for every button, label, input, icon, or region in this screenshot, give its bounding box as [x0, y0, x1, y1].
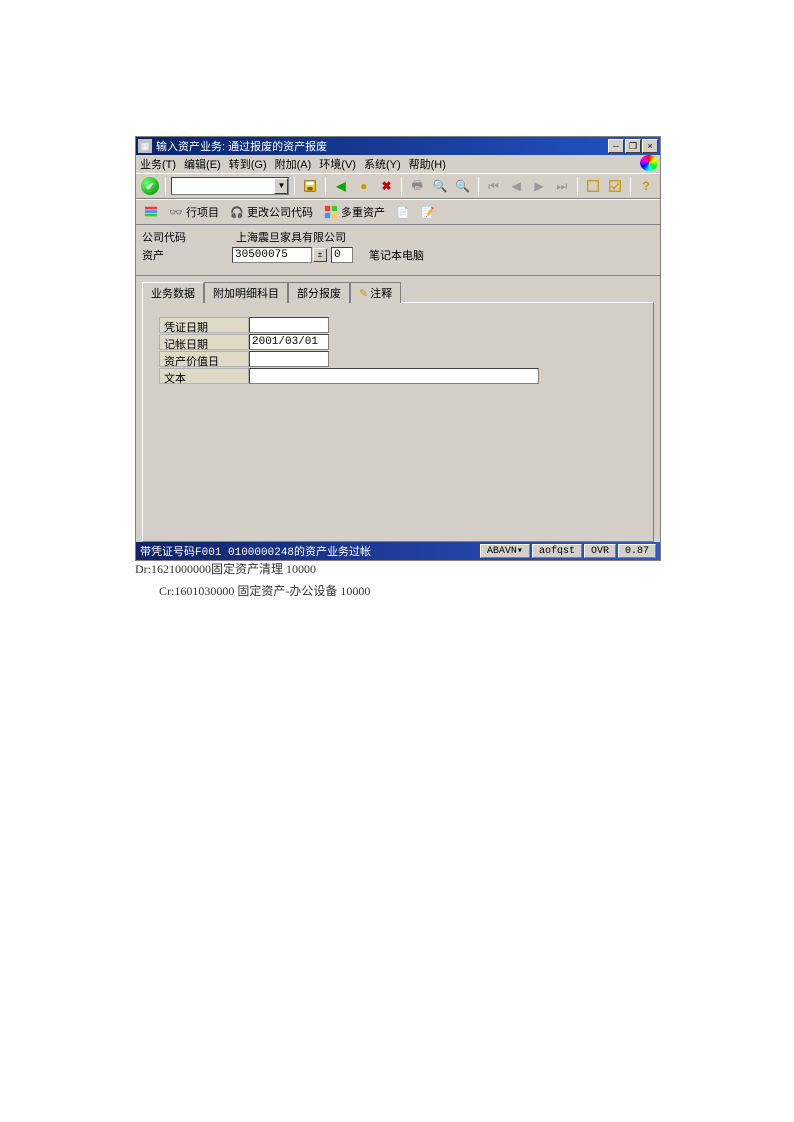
journal-cr-line: Cr:1601030000 固定资产-办公设备 10000	[159, 580, 370, 602]
new-session-button[interactable]	[583, 176, 603, 196]
text-label: 文本	[159, 368, 249, 384]
maximize-button[interactable]: ❐	[625, 139, 641, 153]
journal-dr-line: Dr:1621000000固定资产清理 10000	[135, 558, 370, 580]
app-icon: ▦	[138, 139, 152, 153]
tab-business-data[interactable]: 业务数据	[142, 282, 204, 303]
status-mode: OVR	[584, 544, 616, 558]
tabstrip: 业务数据 附加明细科目 部分报废 ✎ 注释 凭证日期 记帐日期 资产价值日 文本	[136, 276, 660, 542]
sap-logo-icon	[640, 155, 658, 171]
enter-button[interactable]: ✔	[140, 176, 160, 196]
app-toolbar: 👓 行项目 🎧 更改公司代码 多重资产 📄 📝	[136, 199, 660, 225]
multi-asset-label: 多重资产	[341, 204, 385, 220]
close-button[interactable]: ×	[642, 139, 658, 153]
shortcut-button[interactable]	[605, 176, 625, 196]
command-field[interactable]: ▼	[171, 177, 289, 195]
grid-icon	[144, 205, 158, 219]
tab-notes[interactable]: ✎ 注释	[350, 282, 401, 303]
journal-entry-text: Dr:1621000000固定资产清理 10000 Cr:1601030000 …	[135, 558, 370, 602]
menu-business[interactable]: 业务(T)	[140, 156, 176, 172]
menubar: 业务(T) 编辑(E) 转到(G) 附加(A) 环境(V) 系统(Y) 帮助(H…	[136, 155, 660, 173]
asset-label: 资产	[142, 247, 232, 263]
menu-goto[interactable]: 转到(G)	[229, 156, 267, 172]
change-company-button[interactable]: 🎧 更改公司代码	[226, 202, 317, 222]
minimize-button[interactable]: --	[608, 139, 624, 153]
menu-env[interactable]: 环境(V)	[319, 156, 356, 172]
standard-toolbar: ✔ ▼ ◀ ● ✖ 🖶 🔍 🔍 ⏮ ◀ ▶ ⏭ ?	[136, 173, 660, 199]
command-dropdown-icon[interactable]: ▼	[274, 178, 288, 194]
doc-pencil-icon: 📝	[421, 205, 435, 219]
exit-button[interactable]: ●	[354, 176, 374, 196]
note-icon: ✎	[359, 287, 368, 300]
status-tcode: ABAVN▾	[480, 544, 530, 558]
status-user: aofqst	[532, 544, 582, 558]
find-button[interactable]: 🔍	[430, 176, 450, 196]
titlebar: ▦ 输入资产业务: 通过报废的资产报废 -- ❐ ×	[136, 137, 660, 155]
status-message: 带凭证号码F001 0100000248的资产业务过帐	[140, 543, 478, 559]
multi-icon	[324, 205, 338, 219]
line-items-button[interactable]	[140, 203, 162, 221]
company-name: 上海震旦家具有限公司	[236, 229, 346, 245]
first-page-button[interactable]: ⏮	[484, 176, 504, 196]
doc1-button[interactable]: 📄	[392, 203, 414, 221]
asset-no-input[interactable]	[232, 247, 312, 263]
change-company-label: 更改公司代码	[247, 204, 313, 220]
status-time: 0.87	[618, 544, 656, 558]
last-page-button[interactable]: ⏭	[552, 176, 572, 196]
menu-system[interactable]: 系统(Y)	[364, 156, 401, 172]
tab-panel-business-data: 凭证日期 记帐日期 资产价值日 文本	[142, 302, 654, 542]
find-next-button[interactable]: 🔍	[453, 176, 473, 196]
help-button[interactable]: ?	[636, 176, 656, 196]
cancel-button[interactable]: ✖	[377, 176, 397, 196]
posting-date-input[interactable]	[249, 334, 329, 350]
save-button[interactable]	[300, 176, 320, 196]
header-area: 公司代码 上海震旦家具有限公司 资产 ± 笔记本电脑	[136, 225, 660, 276]
doc-date-label: 凭证日期	[159, 317, 249, 333]
asset-search-button[interactable]: ±	[313, 248, 327, 262]
next-page-button[interactable]: ▶	[529, 176, 549, 196]
asset-description: 笔记本电脑	[369, 247, 424, 263]
sap-window: ▦ 输入资产业务: 通过报废的资产报废 -- ❐ × 业务(T) 编辑(E) 转…	[135, 136, 661, 561]
prev-page-button[interactable]: ◀	[506, 176, 526, 196]
doc-icon: 📄	[396, 205, 410, 219]
doc-date-input[interactable]	[249, 317, 329, 333]
doc2-button[interactable]: 📝	[417, 203, 439, 221]
line-items-text[interactable]: 👓 行项目	[165, 202, 223, 222]
menu-extras[interactable]: 附加(A)	[275, 156, 312, 172]
text-input[interactable]	[249, 368, 539, 384]
tab-partial-retirement[interactable]: 部分报废	[288, 282, 350, 303]
menu-help[interactable]: 帮助(H)	[409, 156, 446, 172]
window-title: 输入资产业务: 通过报废的资产报废	[156, 138, 608, 154]
menu-edit[interactable]: 编辑(E)	[184, 156, 221, 172]
back-button[interactable]: ◀	[331, 176, 351, 196]
asset-sub-input[interactable]	[331, 247, 353, 263]
tab-additional-details[interactable]: 附加明细科目	[204, 282, 288, 303]
value-date-input[interactable]	[249, 351, 329, 367]
line-items-label: 行项目	[186, 204, 219, 220]
multi-asset-button[interactable]: 多重资产	[320, 202, 389, 222]
print-button[interactable]: 🖶	[407, 176, 427, 196]
company-code-label: 公司代码	[142, 229, 232, 245]
spectacles-icon: 👓	[169, 205, 183, 219]
headphones-icon: 🎧	[230, 205, 244, 219]
value-date-label: 资产价值日	[159, 351, 249, 367]
posting-date-label: 记帐日期	[159, 334, 249, 350]
